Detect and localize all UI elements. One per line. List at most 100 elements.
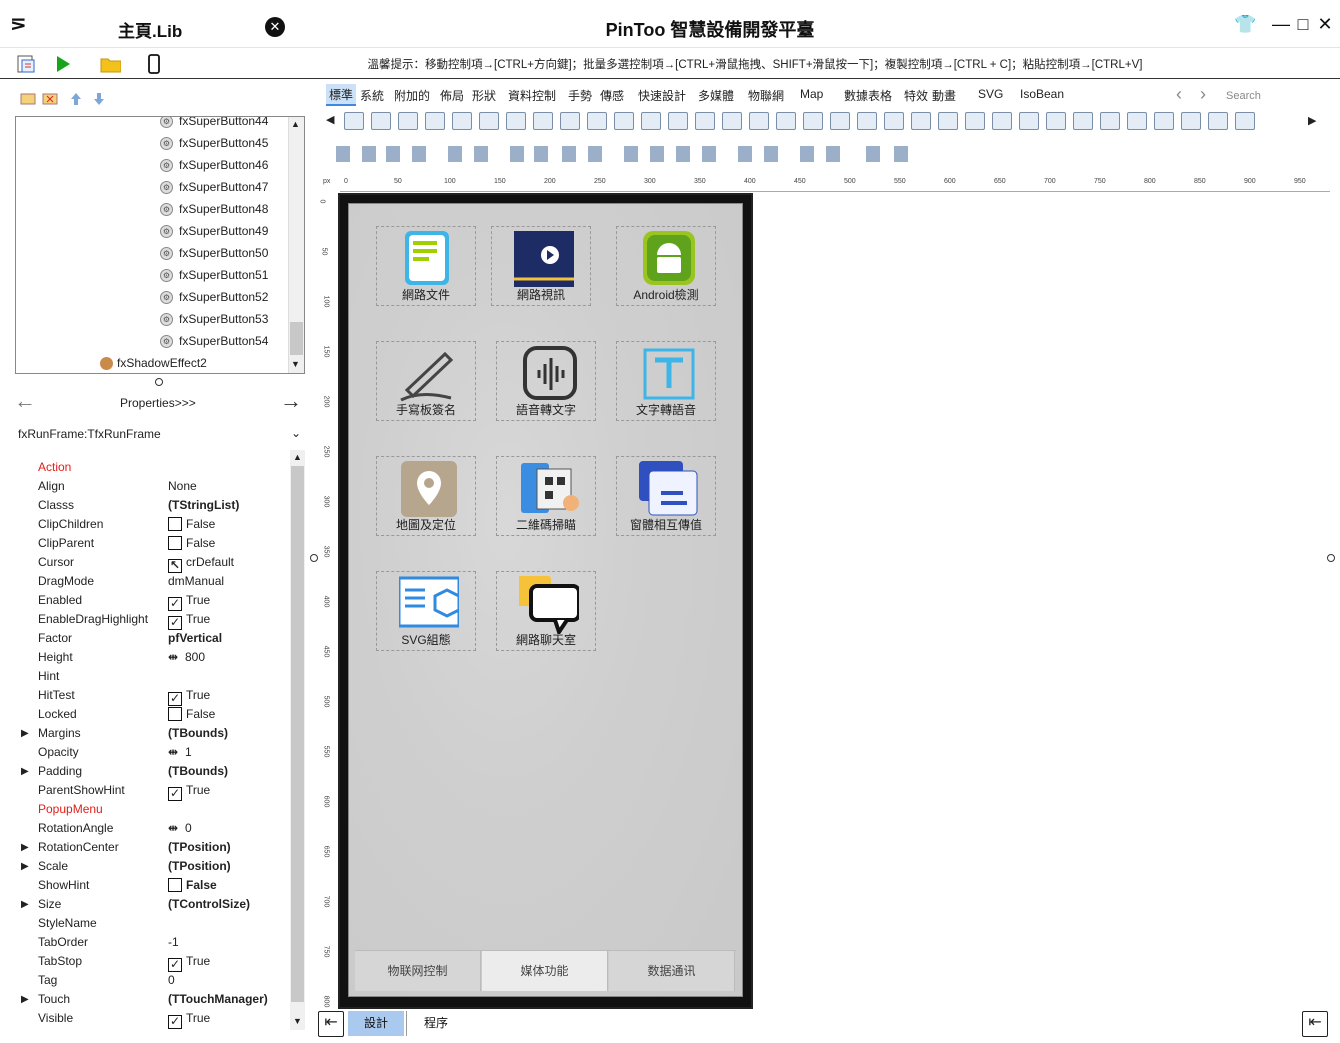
- component-icon[interactable]: [1019, 112, 1039, 130]
- component-icon[interactable]: [1100, 112, 1120, 130]
- checkbox[interactable]: ✓: [168, 692, 182, 706]
- component-icon[interactable]: [830, 112, 850, 130]
- palette-tab[interactable]: 數據表格: [844, 87, 892, 104]
- property-value[interactable]: pfVertical: [168, 629, 222, 648]
- palette-tab[interactable]: 附加的: [394, 87, 430, 104]
- move-down-icon[interactable]: [94, 93, 104, 105]
- component-icon[interactable]: [1046, 112, 1066, 130]
- align-icon[interactable]: [510, 146, 524, 162]
- component-icon[interactable]: [1154, 112, 1174, 130]
- properties-label[interactable]: Properties>>>: [120, 396, 196, 410]
- component-icon[interactable]: [992, 112, 1012, 130]
- align-icon[interactable]: [534, 146, 548, 162]
- property-value[interactable]: ⇹ 0: [168, 819, 192, 838]
- palette-tab[interactable]: 物聯網: [748, 87, 784, 104]
- checkbox[interactable]: ✓: [168, 958, 182, 972]
- align-icon[interactable]: [336, 146, 350, 162]
- feature-tile[interactable]: 窗體相互傳值: [616, 456, 716, 536]
- scroll-down-icon[interactable]: ▼: [291, 359, 300, 369]
- feature-tile[interactable]: Android檢測: [616, 226, 716, 306]
- tree-item-shadow-effect[interactable]: fxShadowEffect2: [100, 352, 207, 373]
- minimize-button[interactable]: —: [1270, 14, 1292, 35]
- property-value[interactable]: False: [168, 534, 215, 553]
- property-value[interactable]: (TTouchManager): [168, 990, 268, 1009]
- maximize-button[interactable]: □: [1292, 14, 1314, 35]
- tree-item[interactable]: ⚙ fxSuperButton48: [160, 198, 268, 220]
- feature-tile[interactable]: SVG組態: [376, 571, 476, 651]
- property-value[interactable]: ✓ True: [168, 781, 210, 801]
- object-selector[interactable]: fxRunFrame:TfxRunFrame ⌄: [18, 426, 303, 445]
- tabs-prev-icon[interactable]: ‹: [1176, 84, 1182, 105]
- spin-icon[interactable]: ⇹: [168, 819, 182, 838]
- tree-scrollbar[interactable]: ▲ ▼: [288, 117, 304, 373]
- component-icon[interactable]: [695, 112, 715, 130]
- checkbox[interactable]: [168, 878, 182, 892]
- property-value[interactable]: False: [168, 515, 215, 534]
- component-icon[interactable]: [803, 112, 823, 130]
- expand-icon[interactable]: ▶: [21, 990, 29, 1009]
- component-tree[interactable]: ⚙ fxSuperButton44 ⚙ fxSuperButton45 ⚙ fxSuper…: [15, 116, 305, 374]
- palette-tab[interactable]: 特效: [904, 87, 928, 104]
- component-icon[interactable]: [776, 112, 796, 130]
- code-tab[interactable]: 程序: [416, 1011, 456, 1036]
- expand-icon[interactable]: ▶: [21, 724, 29, 743]
- align-icon[interactable]: [764, 146, 778, 162]
- property-value[interactable]: ⇹ 1: [168, 743, 192, 762]
- expand-icon[interactable]: ▶: [21, 762, 29, 781]
- align-icon[interactable]: [826, 146, 840, 162]
- palette-tab[interactable]: 手勢: [568, 87, 592, 104]
- component-icon[interactable]: [425, 112, 445, 130]
- chevron-down-icon[interactable]: ⌄: [291, 426, 301, 440]
- component-icon[interactable]: [1208, 112, 1228, 130]
- tree-item[interactable]: ⚙ fxSuperButton53: [160, 308, 268, 330]
- tree-item[interactable]: ⚙ fxSuperButton54: [160, 330, 268, 352]
- checkbox[interactable]: ✓: [168, 597, 182, 611]
- tree-item[interactable]: ⚙ fxSuperButton52: [160, 286, 268, 308]
- design-tab[interactable]: 設計: [348, 1011, 404, 1036]
- property-value[interactable]: dmManual: [168, 572, 224, 591]
- align-icon[interactable]: [800, 146, 814, 162]
- left-resize-handle[interactable]: [310, 554, 318, 562]
- tree-item[interactable]: ⚙ fxSuperButton47: [160, 176, 268, 198]
- property-value[interactable]: ✓ True: [168, 686, 210, 706]
- menu-icon[interactable]: ⋝: [10, 14, 27, 34]
- expand-icon[interactable]: ▶: [21, 838, 29, 857]
- property-value[interactable]: (TBounds): [168, 762, 228, 781]
- checkbox[interactable]: [168, 707, 182, 721]
- run-icon[interactable]: [52, 54, 74, 74]
- scroll-up-icon[interactable]: ▲: [291, 119, 300, 129]
- tree-item[interactable]: ⚙ fxSuperButton44: [160, 117, 268, 132]
- component-icon[interactable]: [560, 112, 580, 130]
- resize-handle[interactable]: [155, 378, 163, 386]
- form-tab[interactable]: 物联网控制: [355, 951, 481, 991]
- feature-tile[interactable]: 網路文件: [376, 226, 476, 306]
- component-icon[interactable]: [911, 112, 931, 130]
- align-icon[interactable]: [362, 146, 376, 162]
- expand-icon[interactable]: ▶: [21, 895, 29, 914]
- palette-tab[interactable]: SVG: [978, 87, 1003, 101]
- prev-arrow-icon[interactable]: ←: [14, 388, 36, 414]
- component-icon[interactable]: [965, 112, 985, 130]
- align-icon[interactable]: [624, 146, 638, 162]
- tree-item[interactable]: ⚙ fxSuperButton49: [160, 220, 268, 242]
- checkbox[interactable]: ✓: [168, 616, 182, 630]
- palette-tab[interactable]: Map: [800, 87, 823, 101]
- feature-tile[interactable]: 網路聊天室: [496, 571, 596, 651]
- property-value[interactable]: ✓ True: [168, 610, 210, 630]
- property-value[interactable]: None: [168, 477, 197, 496]
- property-value[interactable]: -1: [168, 933, 179, 952]
- component-icon[interactable]: [1235, 112, 1255, 130]
- close-window-button[interactable]: ✕: [1314, 14, 1336, 35]
- checkbox[interactable]: [168, 536, 182, 550]
- align-icon[interactable]: [866, 146, 880, 162]
- component-icon[interactable]: [452, 112, 472, 130]
- palette-tab[interactable]: IsoBean: [1020, 87, 1064, 101]
- skin-icon[interactable]: 👕: [1234, 14, 1256, 35]
- feature-tile[interactable]: 網路視訊: [491, 226, 591, 306]
- component-icon[interactable]: [857, 112, 877, 130]
- align-icon[interactable]: [738, 146, 752, 162]
- component-icon[interactable]: [587, 112, 607, 130]
- align-icon[interactable]: [474, 146, 488, 162]
- palette-tab[interactable]: 傳感: [600, 87, 624, 104]
- component-icon[interactable]: [1127, 112, 1147, 130]
